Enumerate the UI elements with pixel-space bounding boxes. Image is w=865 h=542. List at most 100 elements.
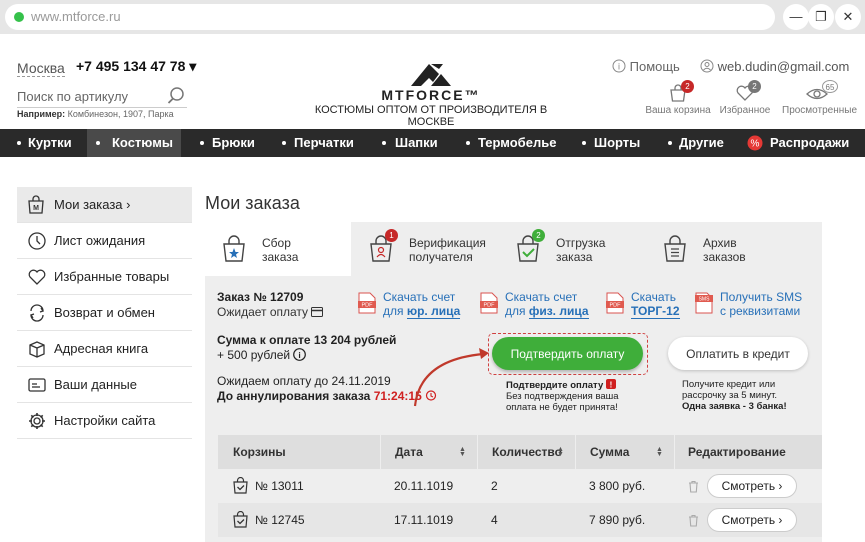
svg-text:PDF: PDF [484, 303, 496, 309]
help-label: Помощь [629, 59, 680, 74]
trash-icon[interactable] [688, 514, 699, 527]
tab-label-line1: Сбор [262, 236, 291, 250]
sidebar-item-label: Возврат и обмен [54, 305, 155, 320]
credit-note-line2: рассрочку за 5 минут. [682, 390, 777, 401]
pdf-icon: PDF [480, 292, 498, 314]
cell-sum: 3 800 руб. [589, 479, 646, 493]
tab-label-line1: Отгрузка [556, 236, 606, 250]
tab-label-line1: Верификация [409, 236, 486, 250]
info-icon: i [612, 59, 626, 73]
sms-icon: SMS [695, 292, 713, 314]
nav-item-jackets[interactable]: Куртки [28, 129, 72, 157]
nav-item-gloves[interactable]: Перчатки [294, 129, 354, 157]
url-text: www.mtforce.ru [31, 9, 121, 24]
main-nav: Куртки Костюмы Брюки Перчатки Шапки Терм… [0, 129, 865, 157]
cart-link[interactable]: 2 Ваша корзина [643, 80, 713, 116]
svg-text:SMS: SMS [699, 297, 711, 303]
view-cart-button[interactable]: Смотреть › [707, 474, 797, 498]
sidebar-item-addresses[interactable]: Адресная книга [17, 331, 192, 367]
nav-bullet-icon [382, 141, 386, 145]
nav-item-other[interactable]: Другие [679, 129, 724, 157]
credit-note: Получите кредит или рассрочку за 5 минут… [682, 379, 787, 412]
download-torg12[interactable]: PDF Скачать ТОРГ-12 [606, 290, 680, 319]
bonus-amount: + 500 рублей i [217, 348, 307, 362]
shopping-bag-list-icon [664, 235, 686, 262]
nav-item-sale[interactable]: Распродажи [770, 129, 849, 157]
doc-line1: Скачать [631, 290, 676, 304]
favorites-link[interactable]: 2 Избранное [710, 80, 780, 116]
order-status-text: Ожидает оплату [217, 305, 309, 319]
order-icon: M [28, 195, 44, 214]
cart-check-icon [233, 477, 248, 494]
doc-line2b: юр. лица [406, 304, 461, 319]
tab-verification[interactable]: 1 Верификация получателя [352, 222, 498, 276]
sidebar-item-returns[interactable]: Возврат и обмен [17, 295, 192, 331]
svg-text:PDF: PDF [362, 303, 374, 309]
nav-item-thermal[interactable]: Термобелье [478, 129, 556, 157]
tab-archive[interactable]: Архив заказов [646, 222, 792, 276]
doc-line2a: для [383, 304, 407, 318]
download-invoice-individual[interactable]: PDF Скачать счет для физ. лица [480, 290, 589, 319]
tab-label-line2: получателя [409, 250, 473, 264]
confirm-payment-button[interactable]: Подтвердить оплату [492, 337, 643, 370]
table-header: Корзины Дата ▲ ▼ Количество ▲ ▼ Сумма ▲ ▼ Р… [218, 435, 822, 469]
sidebar-item-settings[interactable]: Настройки сайта [17, 403, 192, 439]
doc-line2b: ТОРГ-12 [631, 304, 680, 319]
sidebar-item-label: Мои заказа › [54, 197, 131, 212]
cart-label: Ваша корзина [645, 105, 711, 116]
tab-collect-order[interactable]: Сбор заказа [205, 222, 351, 276]
cell-cart: № 12745 [255, 513, 305, 527]
column-header-label: Сумма [590, 445, 630, 459]
sort-icon[interactable]: ▲ ▼ [459, 446, 466, 458]
city-selector[interactable]: Москва [17, 60, 65, 77]
table-row: № 13011 20.11.1019 2 3 800 руб. Смотреть… [218, 469, 822, 503]
nav-bullet-icon [582, 141, 586, 145]
tab-shipping[interactable]: 2 Отгрузка заказа [499, 222, 645, 276]
example-label: Например: [17, 109, 66, 119]
example-values[interactable]: Комбинезон, 1907, Парка [68, 109, 174, 119]
site-header: Москва +7 495 134 47 78 ▾ Например: Комб… [0, 34, 865, 129]
nav-item-hats[interactable]: Шапки [395, 129, 438, 157]
search-input[interactable] [17, 86, 167, 106]
close-button[interactable]: ✕ [835, 4, 861, 30]
secure-dot-icon [14, 12, 24, 22]
phone-number[interactable]: +7 495 134 47 78 ▾ [76, 58, 196, 75]
view-cart-button[interactable]: Смотреть › [707, 508, 797, 532]
doc-line2a: для [505, 304, 529, 318]
sidebar-item-label: Лист ожидания [54, 233, 146, 248]
nav-item-trousers[interactable]: Брюки [212, 129, 255, 157]
minimize-button[interactable]: — [783, 4, 809, 30]
nav-item-suits[interactable]: Костюмы [87, 129, 181, 157]
user-account[interactable]: web.dudin@gmail.com [700, 59, 849, 74]
order-tabs: Сбор заказа 1 Верификация получателя 2 Отг… [205, 222, 822, 276]
sidebar-item-favorites[interactable]: Избранные товары [17, 259, 192, 295]
search-icon[interactable] [167, 86, 185, 106]
pay-credit-button[interactable]: Оплатить в кредит [668, 337, 808, 370]
favorites-count-badge: 2 [748, 80, 761, 93]
sort-icon[interactable]: ▲ ▼ [656, 446, 663, 458]
info-icon[interactable]: i [293, 348, 307, 361]
site-logo[interactable]: MTFORCE™ КОСТЮМЫ ОПТОМ ОТ ПРОИЗВОДИТЕЛЯ … [296, 60, 566, 128]
order-status: Ожидает оплату [217, 305, 324, 319]
trash-icon[interactable] [688, 480, 699, 493]
sidebar-item-profile[interactable]: Ваши данные [17, 367, 192, 403]
return-icon [29, 304, 45, 322]
cart-count-badge: 2 [681, 80, 694, 93]
address-bar[interactable]: www.mtforce.ru [5, 4, 775, 30]
help-link[interactable]: i Помощь [612, 59, 680, 74]
cell-date: 17.11.1019 [394, 513, 454, 527]
download-invoice-legal[interactable]: PDF Скачать счет для юр. лица [358, 290, 461, 319]
favorites-label: Избранное [719, 105, 771, 116]
cell-cart: № 13011 [255, 479, 304, 493]
browser-chrome: www.mtforce.ru — ❐ ✕ [0, 0, 865, 34]
nav-item-shorts[interactable]: Шорты [594, 129, 640, 157]
amount-due: Сумма к оплате 13 204 рублей [217, 333, 397, 347]
alert-icon: ! [605, 379, 616, 390]
viewed-link[interactable]: 65 Просмотренные [782, 80, 857, 116]
sidebar-item-orders[interactable]: M Мои заказа › [17, 187, 192, 223]
sidebar-item-waitlist[interactable]: Лист ожидания [17, 223, 192, 259]
get-sms-details[interactable]: SMS Получить SMS с реквизитами [695, 290, 802, 318]
svg-text:%: % [751, 139, 760, 150]
maximize-button[interactable]: ❐ [808, 4, 834, 30]
sort-icon[interactable]: ▲ ▼ [557, 446, 564, 458]
